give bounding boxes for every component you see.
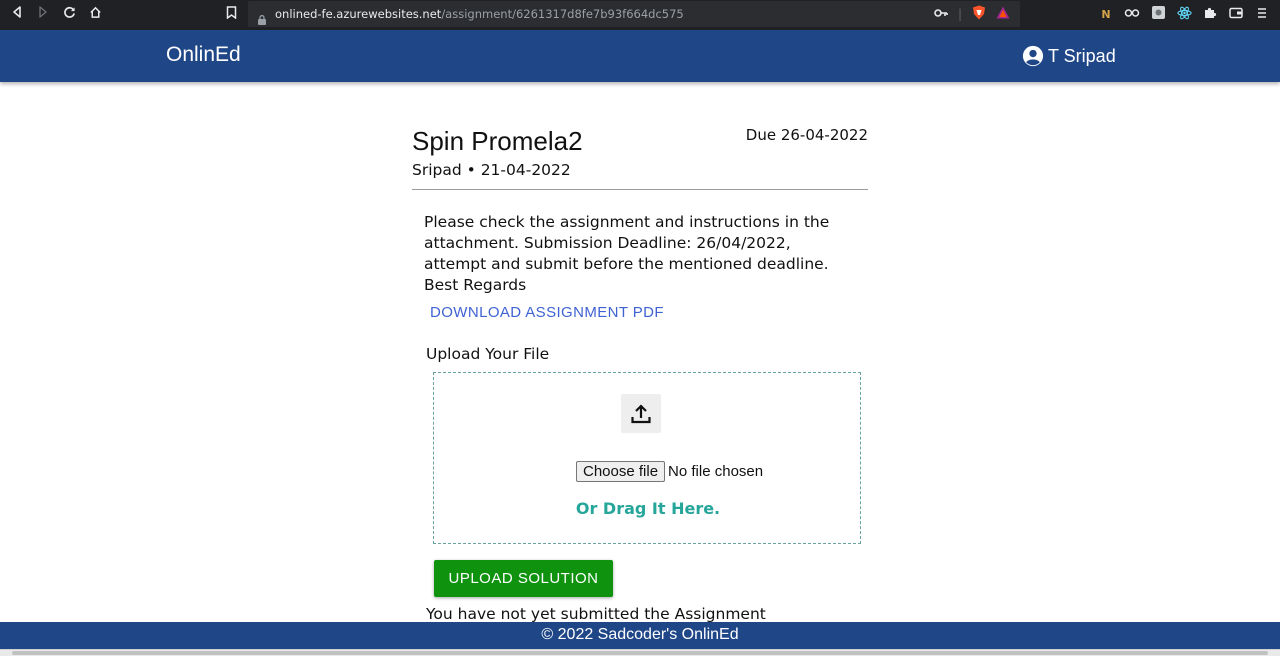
address-bar[interactable]: onlined-fe.azurewebsites.net/assignment/… xyxy=(248,1,1020,27)
back-icon[interactable] xyxy=(4,6,30,22)
reload-icon[interactable] xyxy=(56,6,82,23)
drag-hint: Or Drag It Here. xyxy=(575,499,721,518)
due-date: Due 26-04-2022 xyxy=(745,126,868,144)
choose-file-button[interactable]: Choose file xyxy=(576,461,666,482)
submission-status: You have not yet submitted the Assignmen… xyxy=(426,605,766,623)
key-icon[interactable] xyxy=(934,7,948,21)
assignment-meta: Sripad • 21-04-2022 xyxy=(412,161,571,179)
forward-icon[interactable] xyxy=(30,6,56,22)
file-drop-zone[interactable]: Choose file No file chosen Or Drag It He… xyxy=(433,372,861,544)
menu-icon[interactable] xyxy=(1254,7,1270,22)
user-circle-icon xyxy=(1022,45,1044,67)
footer-copyright: © 2022 Sadcoder's OnlinEd xyxy=(541,626,739,643)
url-host: onlined-fe.azurewebsites.net xyxy=(275,7,442,21)
upload-label: Upload Your File xyxy=(426,345,550,363)
browser-toolbar: onlined-fe.azurewebsites.net/assignment/… xyxy=(0,0,1280,30)
assignment-description: Please check the assignment and instruct… xyxy=(424,213,830,294)
horizontal-scrollbar[interactable] xyxy=(0,649,1280,656)
spy-extension-icon[interactable] xyxy=(1124,7,1140,21)
assignment-title: Spin Promela2 xyxy=(412,126,583,156)
app-header: OnlinEd T Sripad xyxy=(0,30,1280,82)
upload-solution-button[interactable]: UPLOAD SOLUTION xyxy=(434,560,613,597)
upload-icon xyxy=(631,403,651,423)
url-path: /assignment/6261317d8fe7b93f664dc575 xyxy=(441,7,684,21)
download-assignment-link[interactable]: DOWNLOAD ASSIGNMENT PDF xyxy=(430,304,664,321)
address-bar-actions: | xyxy=(934,5,1010,23)
browser-nav xyxy=(4,0,108,28)
user-menu[interactable]: T Sripad xyxy=(1022,45,1116,67)
puzzle-extensions-icon[interactable] xyxy=(1202,6,1218,22)
footer: © 2022 Sadcoder's OnlinEd xyxy=(0,622,1280,649)
upload-icon-button[interactable] xyxy=(621,394,661,433)
react-devtools-icon[interactable] xyxy=(1176,6,1192,23)
user-name: T Sripad xyxy=(1048,45,1116,66)
address-divider: | xyxy=(957,7,962,21)
brand-logo[interactable]: OnlinEd xyxy=(166,43,241,67)
home-icon[interactable] xyxy=(82,6,108,23)
lock-icon xyxy=(258,10,266,25)
extensions-area: N xyxy=(1098,0,1280,28)
brave-shield-icon[interactable] xyxy=(972,5,986,23)
file-input[interactable]: Choose file No file chosen xyxy=(576,461,763,482)
brave-rewards-icon[interactable] xyxy=(996,6,1010,22)
notion-extension-icon[interactable]: N xyxy=(1098,8,1114,21)
file-status: No file chosen xyxy=(668,463,764,480)
address-url: onlined-fe.azurewebsites.net/assignment/… xyxy=(275,7,684,21)
bookmark-icon[interactable] xyxy=(218,0,244,28)
image-extension-icon[interactable] xyxy=(1150,6,1166,22)
scrollbar-thumb[interactable] xyxy=(12,651,1268,655)
wallet-icon[interactable] xyxy=(1228,7,1244,22)
divider xyxy=(412,189,868,190)
